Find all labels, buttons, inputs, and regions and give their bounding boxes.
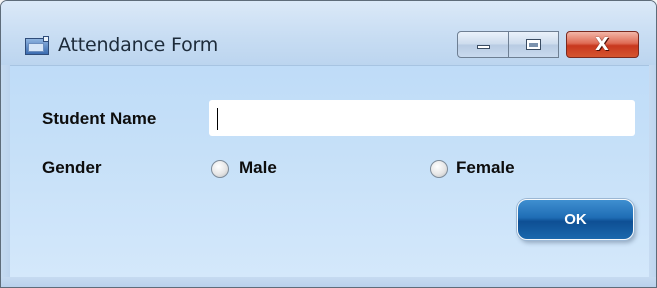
male-radio-label[interactable]: Male — [239, 158, 277, 178]
close-button[interactable]: X — [566, 31, 639, 58]
attendance-form-window: Attendance Form X Student Name Gender Ma… — [0, 0, 657, 288]
male-radio-button[interactable] — [211, 160, 229, 178]
ok-button[interactable]: OK — [517, 199, 634, 240]
minimize-icon — [477, 45, 490, 49]
minimize-button[interactable] — [457, 31, 509, 58]
window-frame-right — [649, 65, 656, 277]
close-icon: X — [595, 34, 609, 55]
title-bar[interactable]: Attendance Form X — [1, 1, 656, 65]
maximize-icon — [526, 39, 541, 50]
window-app-icon[interactable] — [25, 36, 49, 55]
text-caret — [217, 108, 218, 130]
window-title: Attendance Form — [58, 34, 219, 56]
female-radio-button[interactable] — [430, 160, 448, 178]
gender-label: Gender — [42, 158, 102, 177]
window-frame-bottom — [1, 277, 656, 287]
maximize-button[interactable] — [509, 31, 559, 58]
form-client-area: Student Name Gender Male Female OK — [10, 65, 649, 278]
student-name-label: Student Name — [42, 109, 157, 128]
student-name-input[interactable] — [209, 100, 635, 136]
female-radio-label[interactable]: Female — [456, 158, 515, 178]
window-frame-left — [1, 65, 10, 277]
